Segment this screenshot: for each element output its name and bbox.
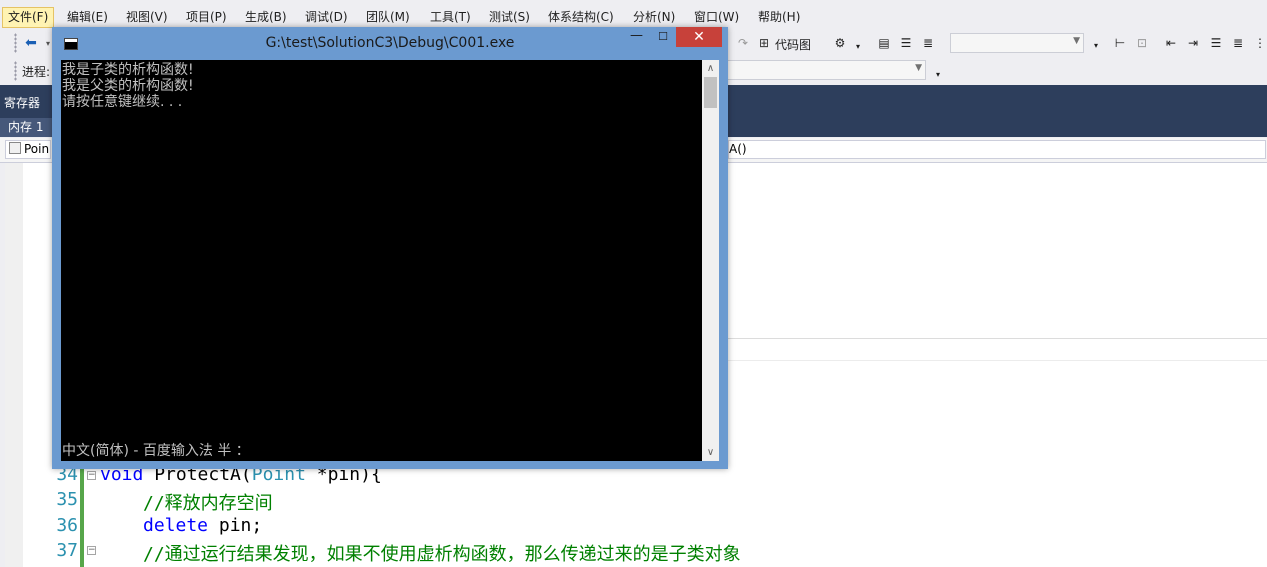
console-output-line: 我是父类的析构函数! bbox=[62, 78, 194, 94]
member-navigation-value: A() bbox=[729, 142, 747, 156]
chevron-down-icon: ▼ bbox=[1073, 36, 1080, 46]
back-icon[interactable]: ⬅ bbox=[23, 35, 39, 51]
line-number: 36 bbox=[56, 515, 78, 536]
code-line[interactable]: delete pin; bbox=[143, 515, 262, 536]
title-strip bbox=[0, 0, 1267, 7]
change-tracking-bar bbox=[80, 467, 84, 567]
code-text: pin; bbox=[208, 515, 263, 536]
tab-registers[interactable]: 寄存器 bbox=[0, 92, 56, 114]
close-icon: ✕ bbox=[693, 29, 705, 45]
menu-file[interactable]: 文件(F) bbox=[2, 7, 55, 28]
code-comment[interactable]: //通过运行结果发现，如果不使用虚析构函数，那么传递过来的是子类对象 bbox=[143, 540, 741, 566]
maximize-icon: ☐ bbox=[658, 30, 668, 43]
toolbar-grip[interactable] bbox=[14, 33, 17, 53]
comment-lines-icon[interactable]: ☰ bbox=[1208, 35, 1224, 51]
comment-icon[interactable]: ≣ bbox=[920, 35, 936, 51]
tab-memory[interactable]: 内存 1 bbox=[0, 118, 52, 137]
codemap-label[interactable]: 代码图 bbox=[775, 36, 811, 53]
code-comment[interactable]: //释放内存空间 bbox=[143, 489, 273, 515]
menu-project[interactable]: 项目(P) bbox=[181, 7, 232, 28]
menu-build[interactable]: 生成(B) bbox=[240, 7, 292, 28]
toggle-dropdown-icon[interactable]: ▾ bbox=[850, 39, 866, 55]
console-output[interactable]: 我是子类的析构函数! 我是父类的析构函数! 请按任意键继续. . . 中文(简体… bbox=[61, 60, 702, 461]
document-icon[interactable]: ▤ bbox=[876, 35, 892, 51]
menu-debug[interactable]: 调试(D) bbox=[300, 7, 353, 28]
type-navigation-value: Poin bbox=[24, 142, 50, 156]
scroll-up-icon[interactable]: ∧ bbox=[702, 60, 719, 77]
codemap-icon[interactable]: ⊞ bbox=[756, 35, 772, 51]
line-number: 35 bbox=[56, 489, 78, 510]
menu-team[interactable]: 团队(M) bbox=[361, 7, 415, 28]
menu-architecture[interactable]: 体系结构(C) bbox=[543, 7, 619, 28]
vertical-scrollbar[interactable]: ∧ ∨ bbox=[702, 60, 719, 461]
editor-divider bbox=[728, 338, 1267, 339]
menu-edit[interactable]: 编辑(E) bbox=[62, 7, 113, 28]
keyword: delete bbox=[143, 515, 209, 536]
scroll-down-icon[interactable]: ∨ bbox=[702, 444, 719, 461]
format-icon[interactable]: ⊡ bbox=[1134, 35, 1150, 51]
stack-frame-combo[interactable]: ▼ bbox=[726, 60, 926, 80]
menu-bar: 文件(F) 编辑(E) 视图(V) 项目(P) 生成(B) 调试(D) 团队(M… bbox=[0, 7, 1267, 28]
member-navigation-combo[interactable]: A() bbox=[728, 140, 1266, 159]
more-icon[interactable]: ⋮ bbox=[1252, 35, 1267, 51]
breakpoint-icon[interactable]: ⊢ bbox=[1112, 35, 1128, 51]
console-output-line: 我是子类的析构函数! bbox=[62, 62, 194, 78]
redo-icon[interactable]: ↷ bbox=[735, 35, 751, 51]
minimize-button[interactable]: — bbox=[623, 27, 650, 47]
ime-status: 中文(简体) - 百度输入法 半 ： bbox=[62, 443, 250, 459]
chevron-down-icon: ▼ bbox=[915, 63, 922, 73]
menu-tools[interactable]: 工具(T) bbox=[425, 7, 476, 28]
overflow-icon[interactable]: ▾ bbox=[930, 67, 946, 83]
collapse-icon[interactable]: − bbox=[87, 546, 96, 555]
list-icon[interactable]: ☰ bbox=[898, 35, 914, 51]
toggle-icon[interactable]: ⚙ bbox=[832, 35, 848, 51]
menu-help[interactable]: 帮助(H) bbox=[753, 7, 805, 28]
menu-window[interactable]: 窗口(W) bbox=[689, 7, 744, 28]
editor-divider bbox=[728, 360, 1267, 361]
progress-label: 进程: bbox=[22, 65, 51, 79]
line-number: 37 bbox=[56, 540, 78, 561]
class-icon bbox=[9, 142, 21, 154]
console-title-bar[interactable]: G:\test\SolutionC3\Debug\C001.exe — ☐ ✕ bbox=[52, 27, 728, 60]
scrollbar-thumb[interactable] bbox=[704, 77, 717, 108]
indicator-margin[interactable] bbox=[5, 163, 23, 567]
outdent-icon[interactable]: ⇤ bbox=[1163, 35, 1179, 51]
console-output-line: 请按任意键继续. . . bbox=[62, 94, 183, 110]
minimize-icon: — bbox=[630, 28, 643, 43]
solution-config-combo[interactable]: ▼ bbox=[950, 33, 1084, 53]
uncomment-lines-icon[interactable]: ≣ bbox=[1230, 35, 1246, 51]
menu-analyze[interactable]: 分析(N) bbox=[628, 7, 680, 28]
type-navigation-combo[interactable]: Poin bbox=[5, 140, 51, 159]
toolbar-grip[interactable] bbox=[14, 61, 17, 81]
indent-icon[interactable]: ⇥ bbox=[1185, 35, 1201, 51]
console-window[interactable]: G:\test\SolutionC3\Debug\C001.exe — ☐ ✕ … bbox=[52, 27, 728, 469]
close-button[interactable]: ✕ bbox=[676, 27, 722, 47]
menu-test[interactable]: 测试(S) bbox=[484, 7, 535, 28]
overflow-icon[interactable]: ▾ bbox=[1088, 38, 1104, 54]
collapse-icon[interactable]: − bbox=[87, 471, 96, 480]
maximize-button[interactable]: ☐ bbox=[650, 27, 676, 47]
menu-view[interactable]: 视图(V) bbox=[121, 7, 173, 28]
